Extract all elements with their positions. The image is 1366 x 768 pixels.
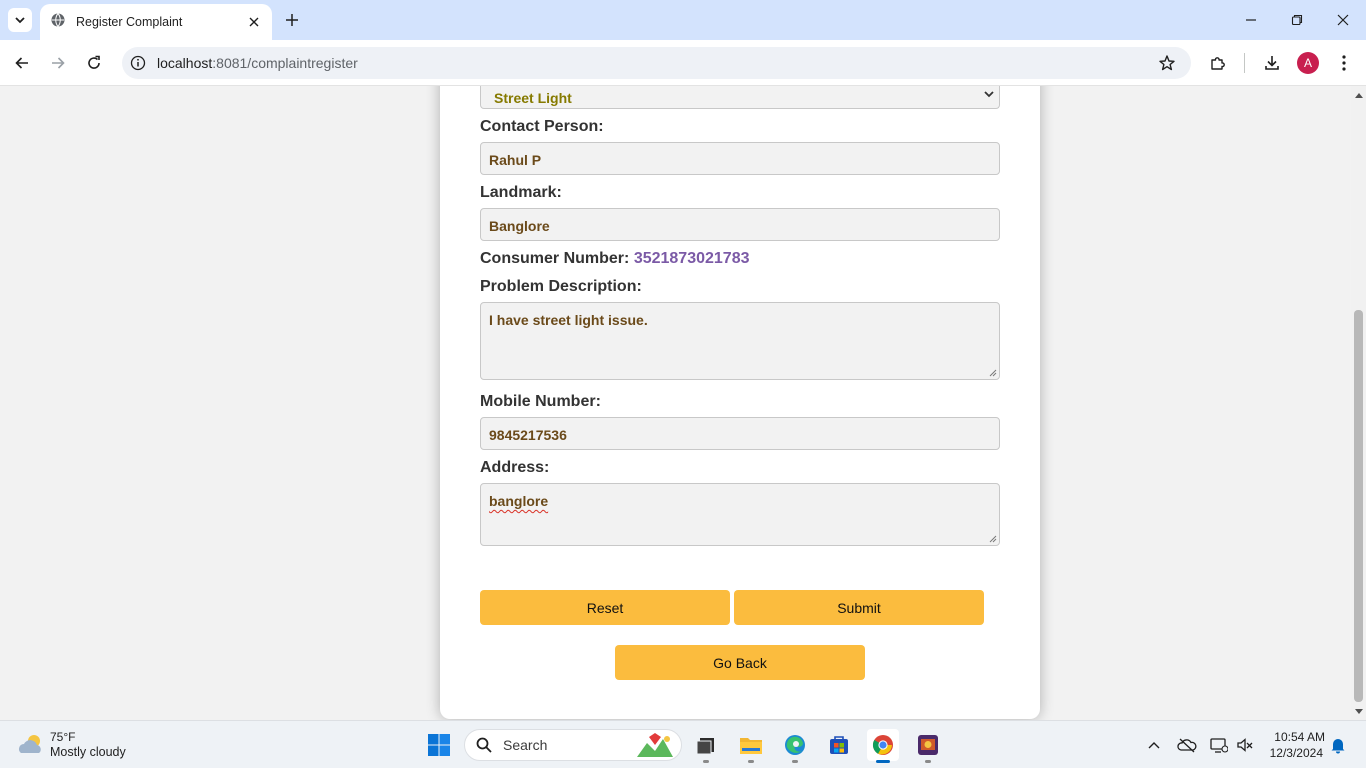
go-back-button[interactable]: Go Back	[615, 645, 865, 680]
windows-start-icon[interactable]	[427, 733, 451, 757]
contact-person-label: Contact Person:	[480, 118, 604, 135]
tab-register-complaint[interactable]: Register Complaint	[40, 4, 272, 40]
reload-icon[interactable]	[83, 52, 105, 74]
star-icon[interactable]	[1157, 53, 1177, 73]
minimize-icon[interactable]	[1241, 10, 1261, 30]
reset-button[interactable]: Reset	[480, 590, 730, 625]
scroll-down-icon[interactable]	[1354, 707, 1363, 716]
browser-toolbar: localhost:8081/complaintregister A	[0, 40, 1366, 86]
restore-icon[interactable]	[1287, 10, 1307, 30]
weather-temperature[interactable]: 75°F	[50, 730, 75, 744]
consumer-number-label: Consumer Number:	[480, 250, 630, 267]
url-path: :8081/complaintregister	[212, 55, 358, 71]
tab-title: Register Complaint	[76, 15, 183, 29]
category-selected-value: Street Light	[494, 90, 572, 106]
scroll-up-icon[interactable]	[1354, 90, 1363, 99]
complaint-form-card: Street Light Contact Person: Rahul P Lan…	[440, 86, 1040, 719]
url-host: localhost	[157, 55, 213, 71]
submit-button[interactable]: Submit	[734, 590, 984, 625]
volume-icon[interactable]	[1235, 735, 1255, 755]
search-icon	[475, 736, 493, 754]
address-value: banglore	[489, 493, 549, 509]
plus-icon[interactable]	[282, 10, 302, 30]
app-indicator	[925, 760, 931, 763]
task-view-icon[interactable]	[690, 729, 722, 763]
forward-icon[interactable]	[47, 52, 69, 74]
site-info-icon[interactable]	[130, 55, 146, 71]
problem-description-textarea[interactable]: I have street light issue.	[480, 302, 1000, 380]
globe-icon	[50, 12, 66, 33]
consumer-number-value: 3521873021783	[633, 250, 750, 267]
page-scrollbar[interactable]	[1351, 86, 1366, 720]
browser-tab-bar: Register Complaint	[0, 0, 1366, 40]
more-icon[interactable]	[1333, 52, 1355, 74]
mobile-number-input[interactable]: 9845217536	[480, 417, 1000, 450]
resize-grip-icon[interactable]	[989, 369, 997, 377]
clock-time[interactable]: 10:54 AM	[1269, 730, 1325, 744]
onedrive-icon[interactable]	[1177, 735, 1197, 755]
weather-description[interactable]: Mostly cloudy	[50, 745, 126, 759]
chrome-icon[interactable]	[867, 729, 899, 763]
extensions-icon[interactable]	[1207, 52, 1229, 74]
app-indicator	[748, 760, 754, 763]
taskbar-search-box[interactable]: Search	[464, 729, 682, 761]
address-label: Address:	[480, 459, 550, 476]
contact-person-value: Rahul P	[489, 152, 542, 168]
app-indicator	[792, 760, 798, 763]
chevron-down-icon	[983, 88, 995, 100]
chevron-up-icon[interactable]	[1144, 735, 1164, 755]
problem-description-label: Problem Description:	[480, 278, 642, 295]
category-select[interactable]: Street Light	[480, 86, 1000, 109]
contact-person-input[interactable]: Rahul P	[480, 142, 1000, 175]
clock-date[interactable]: 12/3/2024	[1267, 746, 1323, 760]
mobile-number-value: 9845217536	[489, 427, 567, 443]
address-bar[interactable]: localhost:8081/complaintregister	[122, 47, 1191, 79]
close-window-icon[interactable]	[1333, 10, 1353, 30]
landmark-label: Landmark:	[480, 184, 562, 201]
landmark-input[interactable]: Banglore	[480, 208, 1000, 241]
edge-icon[interactable]	[779, 729, 811, 763]
landmark-value: Banglore	[489, 218, 550, 234]
resize-grip-icon[interactable]	[989, 535, 997, 543]
mobile-number-label: Mobile Number:	[480, 393, 601, 410]
taskbar: 75°F Mostly cloudy Search 10:54 AM 12/3/…	[0, 720, 1366, 768]
address-textarea[interactable]: banglore	[480, 483, 1000, 546]
app-icon[interactable]	[912, 729, 944, 763]
search-placeholder: Search	[503, 737, 548, 753]
close-icon[interactable]	[246, 14, 262, 30]
notification-bell-icon[interactable]	[1328, 735, 1348, 755]
toolbar-separator	[1244, 53, 1245, 73]
profile-avatar[interactable]: A	[1297, 52, 1319, 74]
app-indicator	[876, 760, 890, 763]
network-icon[interactable]	[1209, 735, 1229, 755]
search-highlight-icon	[637, 733, 673, 757]
back-icon[interactable]	[11, 52, 33, 74]
store-icon[interactable]	[823, 729, 855, 761]
weather-cloud-icon[interactable]	[16, 731, 46, 759]
consumer-number-row: Consumer Number: 3521873021783	[480, 250, 750, 268]
tab-list-icon[interactable]	[8, 8, 32, 32]
problem-description-value: I have street light issue.	[489, 312, 648, 328]
url-text: localhost:8081/complaintregister	[157, 55, 1157, 71]
file-explorer-icon[interactable]	[735, 729, 767, 763]
app-indicator	[703, 760, 709, 763]
page-viewport: Street Light Contact Person: Rahul P Lan…	[0, 86, 1366, 720]
scrollbar-thumb[interactable]	[1354, 310, 1363, 702]
download-icon[interactable]	[1261, 52, 1283, 74]
